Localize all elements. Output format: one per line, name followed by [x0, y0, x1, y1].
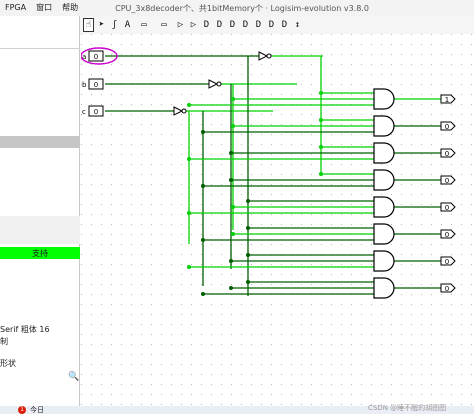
wire-junction	[231, 232, 235, 236]
attribute-table-header	[0, 216, 80, 244]
not-gate-icon[interactable]: ▷	[175, 18, 186, 32]
not-gate-bubble	[266, 53, 272, 59]
wire-junction	[246, 280, 250, 284]
selected-tree-row[interactable]	[0, 136, 80, 148]
and-gate[interactable]	[373, 169, 395, 191]
odd-parity-icon[interactable]: D	[279, 18, 290, 32]
wire-junction	[201, 238, 205, 242]
and-gate[interactable]	[373, 196, 395, 218]
and-gate[interactable]	[373, 88, 395, 110]
wire-junction	[319, 91, 323, 95]
wire-junction	[231, 97, 235, 101]
nand-gate-icon[interactable]: D	[227, 18, 238, 32]
wire-junction	[229, 151, 233, 155]
wire-junction	[246, 199, 250, 203]
attribute-value-label: 支持	[32, 248, 48, 258]
circuit-canvas[interactable]: 10000000a0b0c0	[81, 34, 474, 406]
text-tool-icon[interactable]: A	[122, 18, 133, 32]
left-panel: 支持 Serif 粗体 16 制 形状 🔍	[0, 16, 80, 406]
wiring-tool-icon[interactable]: ʃ	[109, 18, 120, 32]
input-pin-value: 0	[94, 108, 98, 116]
and-gate[interactable]	[373, 250, 395, 272]
input-pin-icon[interactable]: ▭	[135, 18, 153, 32]
menu-window[interactable]: 窗口	[31, 0, 57, 16]
not-gate-bubble	[181, 108, 187, 114]
divider	[0, 48, 80, 49]
tunnel-icon[interactable]: ↕	[292, 18, 303, 32]
output-pin-value: 0	[445, 150, 449, 158]
output-pin-value: 0	[445, 177, 449, 185]
wire-junction	[229, 178, 233, 182]
wire-junction	[187, 157, 191, 161]
wire-junction	[246, 253, 250, 257]
wire-junction	[187, 211, 191, 215]
xnor-gate-icon[interactable]: D	[266, 18, 277, 32]
output-pin-value: 1	[445, 96, 449, 104]
wire-junction	[319, 145, 323, 149]
menu-help[interactable]: 帮助	[57, 0, 83, 16]
wire-junction	[187, 103, 191, 107]
or-gate-icon[interactable]: D	[214, 18, 225, 32]
buffer-icon[interactable]: ▷	[188, 18, 199, 32]
taskbar-label[interactable]: 今日	[30, 405, 44, 414]
poke-tool-icon[interactable]: ☝	[83, 18, 94, 32]
window-title: CPU_3x8decoder个、共1bitMemory个 · Logisim-e…	[115, 3, 369, 13]
watermark: CSDN @睡不醒的胡图图	[368, 404, 447, 412]
wire-junction	[201, 292, 205, 296]
nor-gate-icon[interactable]: D	[240, 18, 251, 32]
attribute-value-highlight[interactable]: 支持	[0, 247, 80, 259]
output-pin-value: 0	[445, 258, 449, 266]
attribute-line: 制	[0, 337, 8, 346]
notification-badge: 1	[18, 406, 26, 414]
output-pin-value: 0	[445, 123, 449, 131]
shape-attribute: 形状	[0, 359, 16, 368]
zoom-icon[interactable]: 🔍	[68, 372, 79, 382]
output-pin-icon[interactable]: ▭	[155, 18, 173, 32]
canvas-grid	[81, 34, 474, 406]
and-gate[interactable]	[373, 277, 395, 299]
wire-junction	[231, 124, 235, 128]
circuit-schematic[interactable]: 10000000a 0b 0c 0	[81, 34, 474, 406]
menu-bar: FPGA 窗口 帮助 CPU_3x8decoder个、共1bitMemory个 …	[0, 0, 474, 16]
wire-junction	[229, 286, 233, 290]
toolbar: ☝ ➤ ʃ A ▭ ▭ ▷ ▷ D D D D D D D ↕	[80, 16, 474, 34]
wire-junction	[201, 130, 205, 134]
input-pin-value: 0	[94, 53, 98, 61]
font-attribute[interactable]: Serif 粗体 16	[0, 324, 50, 335]
not-gate-bubble	[216, 81, 222, 87]
output-pin-value: 0	[445, 285, 449, 293]
and-gate[interactable]	[373, 115, 395, 137]
menu-fpga[interactable]: FPGA	[0, 0, 31, 16]
input-pin-value: 0	[94, 81, 98, 89]
select-tool-icon[interactable]: ➤	[96, 18, 107, 32]
wire-junction	[231, 205, 235, 209]
wire-junction	[246, 226, 250, 230]
wire-junction	[201, 184, 205, 188]
xor-gate-icon[interactable]: D	[253, 18, 264, 32]
wire-junction	[319, 118, 323, 122]
input-pin-label: b	[82, 81, 87, 89]
and-gate-icon[interactable]: D	[201, 18, 212, 32]
and-gate[interactable]	[373, 142, 395, 164]
and-gate[interactable]	[373, 223, 395, 245]
input-pin-label: c	[82, 108, 86, 116]
output-pin-value: 0	[445, 231, 449, 239]
wire-junction	[187, 265, 191, 269]
wire-junction	[229, 259, 233, 263]
wire-junction	[319, 172, 323, 176]
output-pin-value: 0	[445, 204, 449, 212]
